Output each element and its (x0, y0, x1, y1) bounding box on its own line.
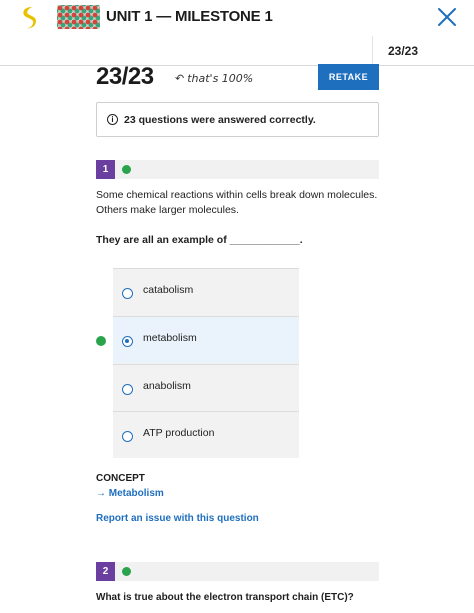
answer-options: catabolism metabolism anabolism ATP prod… (113, 268, 299, 458)
radio-button[interactable] (122, 288, 133, 299)
concept-heading: CONCEPT (96, 473, 145, 484)
score-annotation-text: that's 100% (187, 72, 254, 85)
score-indicator: 23/23 (387, 44, 418, 58)
option-catabolism[interactable]: catabolism (113, 268, 299, 315)
concept-link[interactable]: → Metabolism (96, 488, 164, 499)
score-bar: 23/23 (0, 36, 474, 66)
question-2-header: 2 (96, 562, 379, 581)
question-2-text: What is true about the electron transpor… (96, 592, 354, 603)
unit-thumbnail (57, 5, 100, 29)
option-label: anabolism (143, 380, 191, 392)
question-number-badge: 1 (96, 160, 115, 179)
correct-status-dot (122, 165, 131, 174)
final-score: 23/23 (96, 63, 154, 90)
notice-text: 23 questions were answered correctly. (124, 114, 316, 126)
correct-status-dot (122, 567, 131, 576)
option-label: catabolism (143, 284, 194, 296)
retake-button[interactable]: RETAKE (318, 64, 379, 90)
curved-arrow-icon: ↶ (175, 72, 185, 85)
question-1-header: 1 (96, 160, 379, 179)
result-notice: i 23 questions were answered correctly. (96, 102, 379, 137)
question-text-line-2: Others make larger molecules. (96, 204, 239, 216)
option-label: metabolism (143, 332, 197, 344)
close-icon[interactable] (433, 3, 461, 31)
sophia-logo-icon[interactable] (19, 6, 41, 30)
info-icon: i (107, 114, 118, 125)
score-annotation: ↶ that's 100% (175, 72, 253, 85)
radio-button[interactable] (122, 384, 133, 395)
question-prompt: They are all an example of ____________. (96, 234, 303, 246)
divider (372, 36, 373, 66)
option-atp-production[interactable]: ATP production (113, 411, 299, 458)
radio-button-selected[interactable] (122, 336, 133, 347)
radio-button[interactable] (122, 431, 133, 442)
question-text-line-1: Some chemical reactions within cells bre… (96, 189, 378, 201)
correct-answer-dot (96, 336, 106, 346)
option-metabolism[interactable]: metabolism (113, 316, 299, 363)
option-anabolism[interactable]: anabolism (113, 364, 299, 411)
option-label: ATP production (143, 427, 215, 439)
top-bar: UNIT 1 — MILESTONE 1 (0, 0, 474, 36)
question-number-badge: 2 (96, 562, 115, 581)
report-issue-link[interactable]: Report an issue with this question (96, 513, 259, 524)
unit-title: UNIT 1 — MILESTONE 1 (106, 8, 273, 25)
